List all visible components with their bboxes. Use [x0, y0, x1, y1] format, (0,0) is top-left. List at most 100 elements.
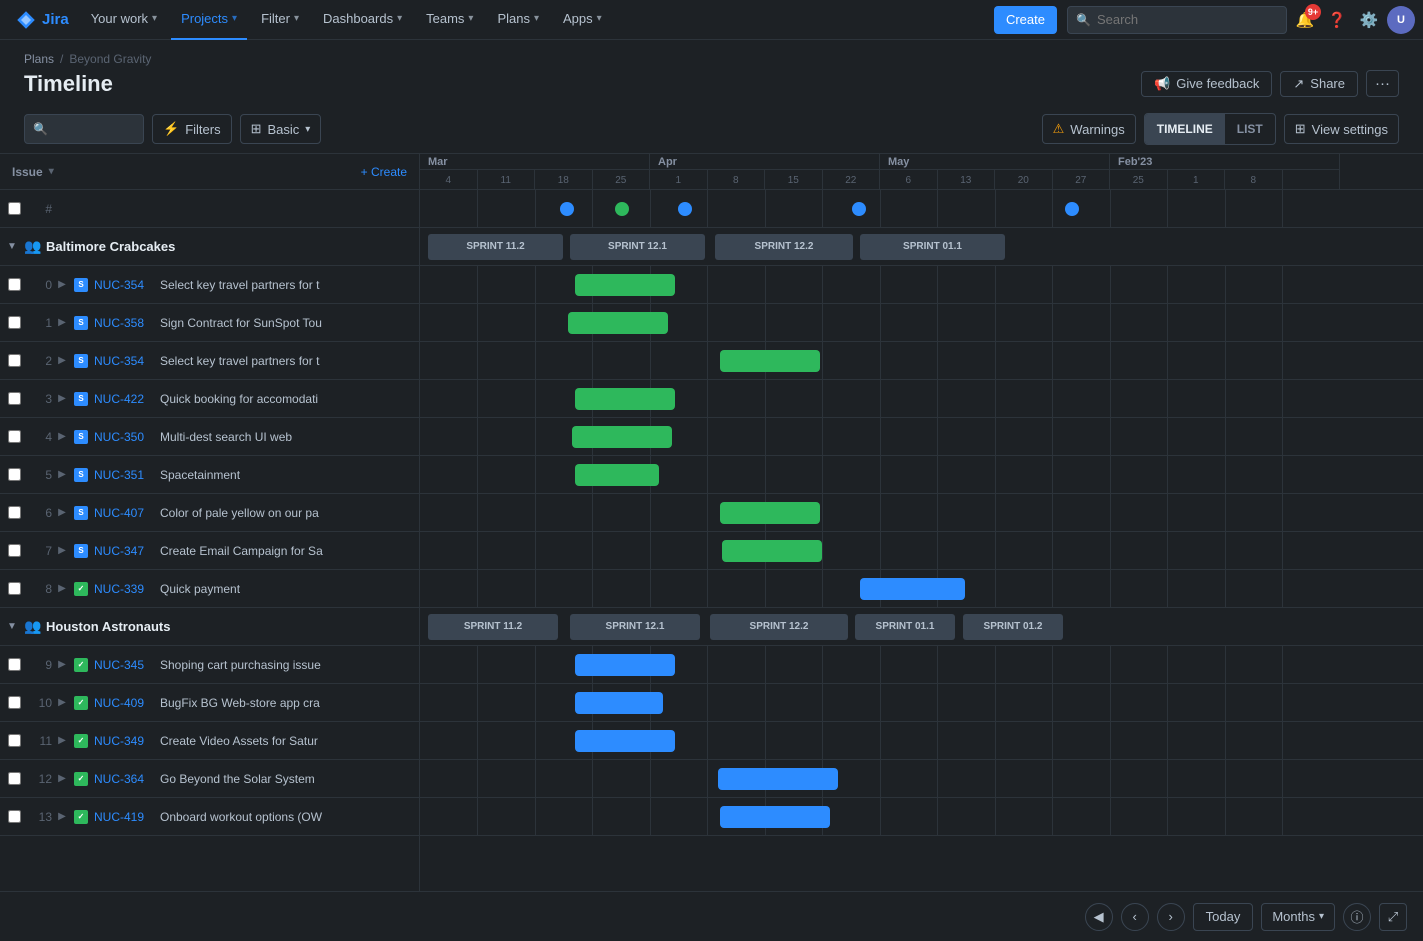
table-row[interactable]: 11 ▶ ✓ NUC-349 Create Video Assets for S… — [0, 722, 419, 760]
issue-key[interactable]: NUC-339 — [90, 582, 160, 596]
issue-key[interactable]: NUC-350 — [90, 430, 160, 444]
task-bar[interactable] — [720, 502, 820, 524]
issue-key[interactable]: NUC-409 — [90, 696, 160, 710]
task-bar[interactable] — [568, 312, 668, 334]
row-checkbox[interactable] — [8, 278, 21, 291]
table-row[interactable]: 3 ▶ S NUC-422 Quick booking for accomoda… — [0, 380, 419, 418]
issue-key[interactable]: NUC-354 — [90, 278, 160, 292]
issue-key[interactable]: NUC-419 — [90, 810, 160, 824]
expand-icon[interactable]: ▶ — [52, 545, 72, 556]
jira-logo[interactable]: Jira — [8, 10, 77, 30]
give-feedback-button[interactable]: 📢 Give feedback — [1141, 71, 1272, 97]
expand-icon[interactable]: ▶ — [52, 811, 72, 822]
breadcrumb-plans[interactable]: Plans — [24, 52, 54, 66]
row-checkbox[interactable] — [8, 810, 21, 823]
expand-icon[interactable]: ▶ — [52, 659, 72, 670]
table-row[interactable]: 6 ▶ S NUC-407 Color of pale yellow on ou… — [0, 494, 419, 532]
task-bar[interactable] — [575, 654, 675, 676]
toolbar-search-input[interactable] — [54, 122, 135, 137]
months-selector[interactable]: Months ▾ — [1261, 903, 1335, 931]
row-checkbox[interactable] — [8, 772, 21, 785]
row-checkbox[interactable] — [8, 392, 21, 405]
issue-key[interactable]: NUC-354 — [90, 354, 160, 368]
issue-key[interactable]: NUC-407 — [90, 506, 160, 520]
table-row[interactable]: 7 ▶ S NUC-347 Create Email Campaign for … — [0, 532, 419, 570]
row-checkbox[interactable] — [8, 430, 21, 443]
task-bar[interactable] — [575, 692, 663, 714]
issue-key[interactable]: NUC-351 — [90, 468, 160, 482]
nav-teams[interactable]: Teams ▾ — [416, 0, 483, 40]
basic-button[interactable]: ⊞ Basic ▾ — [240, 114, 322, 144]
nav-filter[interactable]: Filter ▾ — [251, 0, 309, 40]
row-checkbox[interactable] — [8, 506, 21, 519]
issue-key[interactable]: NUC-347 — [90, 544, 160, 558]
toolbar-search[interactable]: 🔍 — [24, 114, 144, 144]
expand-icon[interactable]: ▶ — [52, 583, 72, 594]
nav-dashboards[interactable]: Dashboards ▾ — [313, 0, 412, 40]
task-bar[interactable] — [860, 578, 965, 600]
issue-key[interactable]: NUC-358 — [90, 316, 160, 330]
create-button[interactable]: Create — [994, 6, 1057, 34]
table-row[interactable]: 10 ▶ ✓ NUC-409 BugFix BG Web-store app c… — [0, 684, 419, 722]
task-bar[interactable] — [572, 426, 672, 448]
info-button[interactable]: ⓘ — [1343, 903, 1371, 931]
row-checkbox[interactable] — [8, 734, 21, 747]
nav-projects[interactable]: Projects ▾ — [171, 0, 247, 40]
milestone-checkbox[interactable] — [8, 202, 21, 215]
help-button[interactable]: ❓ — [1323, 6, 1351, 34]
nav-your-work[interactable]: Your work ▾ — [81, 0, 167, 40]
task-bar[interactable] — [720, 350, 820, 372]
nav-next-button[interactable]: › — [1157, 903, 1185, 931]
expand-icon[interactable]: ▶ — [52, 507, 72, 518]
table-row[interactable]: 1 ▶ S NUC-358 Sign Contract for SunSpot … — [0, 304, 419, 342]
table-row[interactable]: 2 ▶ S NUC-354 Select key travel partners… — [0, 342, 419, 380]
issue-key[interactable]: NUC-422 — [90, 392, 160, 406]
row-checkbox[interactable] — [8, 696, 21, 709]
filters-button[interactable]: ⚡ Filters — [152, 114, 232, 144]
expand-icon[interactable]: ▶ — [52, 773, 72, 784]
task-bar[interactable] — [575, 464, 659, 486]
table-row[interactable]: 0 ▶ S NUC-354 Select key travel partners… — [0, 266, 419, 304]
group-row-baltimore[interactable]: ▼ 👥 Baltimore Crabcakes — [0, 228, 419, 266]
view-settings-button[interactable]: ⊞ View settings — [1284, 114, 1399, 144]
task-bar[interactable] — [575, 730, 675, 752]
row-checkbox[interactable] — [8, 544, 21, 557]
table-row[interactable]: 5 ▶ S NUC-351 Spacetainment — [0, 456, 419, 494]
nav-apps[interactable]: Apps ▾ — [553, 0, 612, 40]
row-checkbox[interactable] — [8, 658, 21, 671]
create-issue-button[interactable]: + Create — [361, 165, 407, 179]
tab-list[interactable]: LIST — [1225, 114, 1275, 144]
task-bar[interactable] — [718, 768, 838, 790]
row-checkbox[interactable] — [8, 582, 21, 595]
search-bar[interactable]: 🔍 — [1067, 6, 1287, 34]
nav-prev-button[interactable]: ‹ — [1121, 903, 1149, 931]
task-bar[interactable] — [575, 388, 675, 410]
row-checkbox[interactable] — [8, 354, 21, 367]
share-button[interactable]: ↗ Share — [1280, 71, 1358, 97]
more-actions-button[interactable]: ··· — [1366, 70, 1399, 97]
expand-icon[interactable]: ▶ — [52, 355, 72, 366]
task-bar[interactable] — [720, 806, 830, 828]
table-row[interactable]: 8 ▶ ✓ NUC-339 Quick payment — [0, 570, 419, 608]
avatar[interactable]: U — [1387, 6, 1415, 34]
nav-back-button[interactable]: ◀ — [1085, 903, 1113, 931]
group-row-houston[interactable]: ▼ 👥 Houston Astronauts — [0, 608, 419, 646]
expand-icon[interactable]: ▶ — [52, 279, 72, 290]
row-checkbox[interactable] — [8, 468, 21, 481]
nav-plans[interactable]: Plans ▾ — [487, 0, 549, 40]
search-input[interactable] — [1097, 12, 1278, 27]
expand-icon[interactable]: ▶ — [52, 735, 72, 746]
settings-button[interactable]: ⚙️ — [1355, 6, 1383, 34]
expand-all-button[interactable]: ⤢ — [1379, 903, 1407, 931]
expand-icon[interactable]: ▶ — [52, 393, 72, 404]
table-row[interactable]: 13 ▶ ✓ NUC-419 Onboard workout options (… — [0, 798, 419, 836]
table-row[interactable]: 9 ▶ ✓ NUC-345 Shoping cart purchasing is… — [0, 646, 419, 684]
notifications-button[interactable]: 🔔 9+ — [1291, 6, 1319, 34]
table-row[interactable]: 12 ▶ ✓ NUC-364 Go Beyond the Solar Syste… — [0, 760, 419, 798]
issue-key[interactable]: NUC-349 — [90, 734, 160, 748]
today-button[interactable]: Today — [1193, 903, 1254, 931]
row-checkbox[interactable] — [8, 316, 21, 329]
issue-key[interactable]: NUC-364 — [90, 772, 160, 786]
issue-key[interactable]: NUC-345 — [90, 658, 160, 672]
expand-icon[interactable]: ▶ — [52, 697, 72, 708]
